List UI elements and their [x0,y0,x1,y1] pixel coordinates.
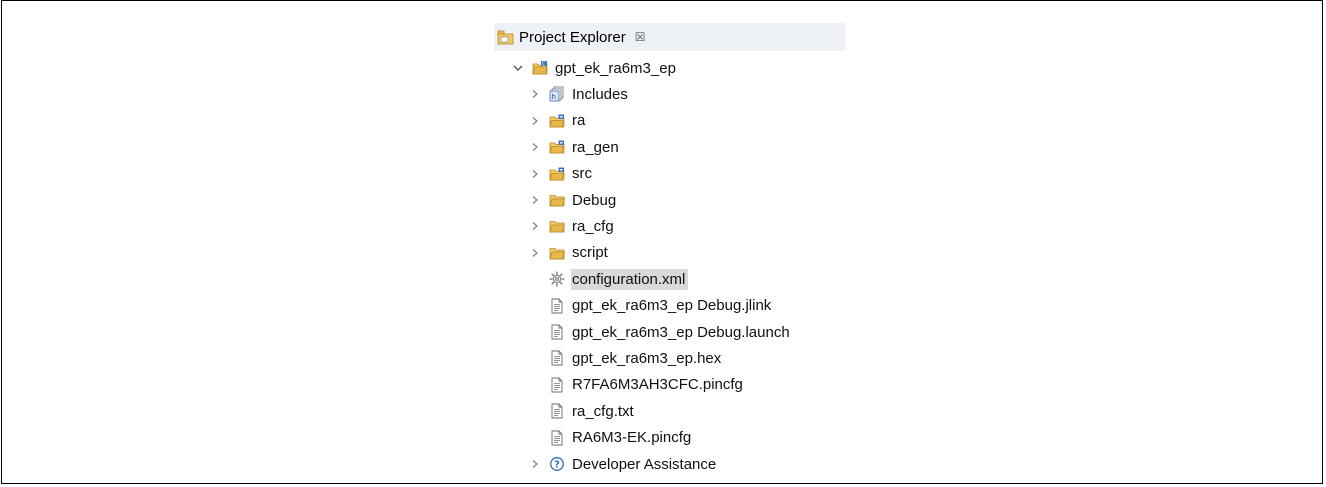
tree-item-label: Includes [572,85,628,103]
chevron-right-icon[interactable] [528,193,542,207]
chevron-right-icon[interactable] [528,219,542,233]
gear-icon [549,271,565,287]
folder-icon [549,218,566,234]
file-icon [549,430,565,446]
tree-item-label: RA6M3-EK.pincfg [572,429,692,447]
file-icon [549,403,565,419]
tree-item-label: gpt_ek_ra6m3_ep.hex [572,349,722,367]
file-icon [549,350,565,366]
tree-item[interactable]: h Includes [528,82,631,106]
includes-icon: h [549,86,565,102]
tree-item-label: script [572,244,608,262]
source-folder-icon [549,113,565,129]
tree-item-label: ra_cfg.txt [572,402,634,420]
tree-item[interactable]: ra [528,109,588,133]
tree-item[interactable]: script [528,241,611,265]
tree-item[interactable]: ? Developer Assistance [528,452,719,476]
tree-item[interactable]: R7FA6M3AH3CFC.pincfg [528,373,746,397]
tree-item-label: Developer Assistance [572,455,717,473]
chevron-right-icon[interactable] [528,246,542,260]
tree-item[interactable]: ra_cfg.txt [528,399,637,423]
file-icon [549,324,565,340]
tree-item[interactable]: RA6M3-EK.pincfg [528,426,694,450]
tree-item[interactable]: gpt_ek_ra6m3_ep Debug.launch [528,320,793,344]
tree-item-label: ra_gen [572,138,619,156]
svg-text:h: h [552,93,556,101]
source-folder-icon [549,166,565,182]
chevron-right-icon[interactable] [528,114,542,128]
svg-text:C: C [542,62,546,68]
tree-item-label: gpt_ek_ra6m3_ep Debug.launch [572,323,790,341]
file-icon [549,377,565,393]
tree-item-label: ra [572,112,586,130]
folder-icon [549,192,566,208]
tree-item[interactable]: gpt_ek_ra6m3_ep.hex [528,346,724,370]
tree-item-label: Debug [572,191,617,209]
tree-item[interactable]: ra_cfg [528,214,617,238]
tree-item-label: gpt_ek_ra6m3_ep [555,59,676,77]
chevron-right-icon[interactable] [528,167,542,181]
source-folder-icon [549,139,565,155]
tree-item[interactable]: ra_gen [528,135,622,159]
project-explorer-icon [497,29,514,46]
view-title: Project Explorer [519,28,626,46]
chevron-right-icon[interactable] [528,457,542,471]
file-icon [549,298,565,314]
tree-item-label: ra_cfg [572,217,614,235]
tree-item[interactable]: configuration.xml [528,267,689,291]
help-icon: ? [549,456,565,472]
tree-item-label: gpt_ek_ra6m3_ep Debug.jlink [572,297,772,315]
close-view-icon[interactable]: ☒ [635,30,646,44]
tree-item[interactable]: gpt_ek_ra6m3_ep Debug.jlink [528,294,774,318]
tree-item-label: configuration.xml [571,268,689,290]
tree-item-label: src [572,165,592,183]
tree-item-label: R7FA6M3AH3CFC.pincfg [572,376,743,394]
tree-item[interactable]: src [528,162,595,186]
folder-icon [549,245,566,261]
chevron-down-icon[interactable] [511,61,525,75]
chevron-right-icon[interactable] [528,87,542,101]
tree-root-project[interactable]: C gpt_ek_ra6m3_ep [511,56,679,80]
window-frame: Project Explorer ☒ C gpt_ek_ra6m3_ep h I… [1,0,1323,484]
project-folder-icon: C [532,60,548,76]
tree-item[interactable]: Debug [528,188,619,212]
chevron-right-icon[interactable] [528,140,542,154]
project-explorer-tab[interactable]: Project Explorer ☒ [494,23,845,51]
svg-text:?: ? [554,460,560,471]
